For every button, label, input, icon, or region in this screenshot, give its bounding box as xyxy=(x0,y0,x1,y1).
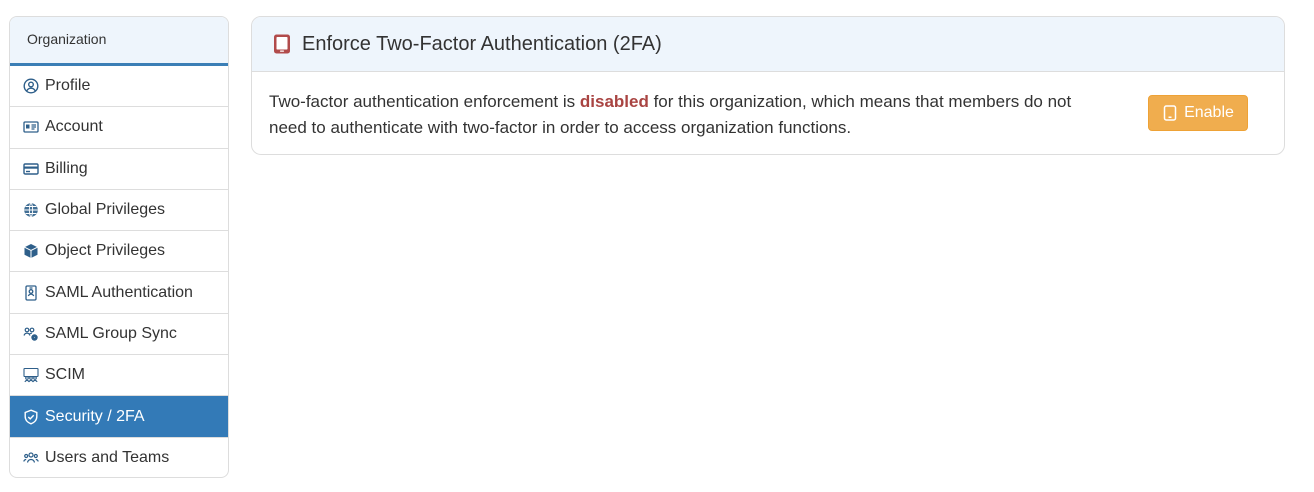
enforcement-description: Two-factor authentication enforcement is… xyxy=(269,89,1109,141)
sidebar-item-object-privileges[interactable]: Object Privileges xyxy=(10,231,228,273)
tablet-icon xyxy=(271,33,293,55)
status-disabled-text: disabled xyxy=(579,92,649,111)
sidebar-item-label: SAML Authentication xyxy=(45,283,193,301)
shield-check-icon xyxy=(22,408,40,426)
sidebar-nav: Organization Profile Account Billing Glo… xyxy=(9,16,229,478)
sidebar-item-saml-group-sync[interactable]: SAML Group Sync xyxy=(10,314,228,356)
enable-button[interactable]: Enable xyxy=(1148,95,1248,131)
sidebar-item-saml-authentication[interactable]: SAML Authentication xyxy=(10,272,228,314)
sidebar-item-global-privileges[interactable]: Global Privileges xyxy=(10,190,228,232)
sidebar-item-label: Account xyxy=(45,118,103,136)
people-group-icon xyxy=(22,366,40,384)
id-card-icon xyxy=(22,118,40,136)
globe-icon xyxy=(22,201,40,219)
sidebar-item-billing[interactable]: Billing xyxy=(10,149,228,190)
sidebar-header: Organization xyxy=(10,17,228,66)
enable-button-label: Enable xyxy=(1184,104,1234,121)
sidebar-item-users-and-teams[interactable]: Users and Teams xyxy=(10,438,228,477)
sidebar-item-label: Profile xyxy=(45,77,91,95)
sidebar-item-account[interactable]: Account xyxy=(10,107,228,149)
user-circle-icon xyxy=(22,77,40,95)
sidebar-item-profile[interactable]: Profile xyxy=(10,66,228,108)
sidebar-item-label: SCIM xyxy=(45,366,85,384)
sidebar-item-label: Users and Teams xyxy=(45,449,170,467)
description-text-before: Two-factor authentication enforcement is xyxy=(269,92,580,111)
panel-header: Enforce Two-Factor Authentication (2FA) xyxy=(252,17,1284,72)
sidebar-item-security-2fa[interactable]: Security / 2FA xyxy=(10,396,228,438)
sidebar-item-label: Billing xyxy=(45,159,88,177)
sidebar-item-label: Object Privileges xyxy=(45,242,166,260)
sidebar-item-label: Security / 2FA xyxy=(45,407,145,425)
panel-body: Two-factor authentication enforcement is… xyxy=(252,72,1284,141)
sidebar-item-scim[interactable]: SCIM xyxy=(10,355,228,397)
credit-card-icon xyxy=(22,160,40,178)
cube-icon xyxy=(22,242,40,260)
users-icon xyxy=(22,449,40,467)
sidebar-item-label: SAML Group Sync xyxy=(45,324,177,342)
id-badge-icon xyxy=(22,284,40,302)
panel-title: Enforce Two-Factor Authentication (2FA) xyxy=(302,32,662,55)
two-factor-panel: Enforce Two-Factor Authentication (2FA) … xyxy=(251,16,1285,155)
sidebar-item-label: Global Privileges xyxy=(45,201,166,219)
tablet-icon xyxy=(1162,105,1178,121)
users-cog-icon xyxy=(22,325,40,343)
